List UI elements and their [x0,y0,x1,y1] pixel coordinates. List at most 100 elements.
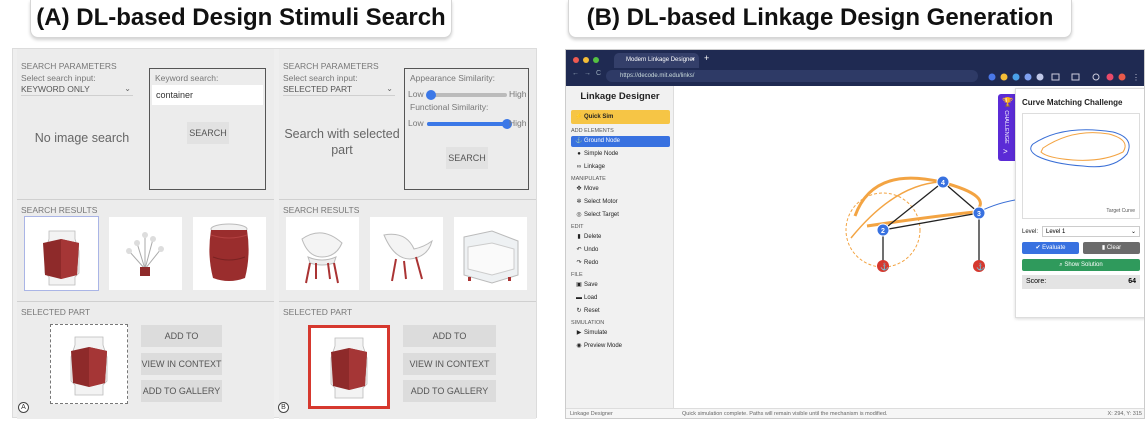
reset-icon: ↻ [576,308,582,314]
chevron-right-icon: > [1003,147,1008,156]
quick-sim-label: Quick Sim [584,114,614,120]
appearance-slider-knob[interactable] [426,90,436,100]
show-solution-button[interactable]: ⌕ Show Solution [1022,259,1140,271]
item-label: Redo [584,260,599,266]
sidebar-item-simulate[interactable]: ▶ Simulate [571,328,670,339]
item-label: Preview Mode [584,343,623,349]
sidebar-item-preview-mode[interactable]: ◉ Preview Mode [571,341,670,352]
redo-icon: ↷ [576,260,582,266]
select-input-label: Select search input: [21,73,96,83]
target-curve-label: Target Curve [1106,208,1135,214]
eye-icon: ◉ [576,343,582,349]
group-add-elements: ADD ELEMENTS [571,128,614,134]
target-curve-preview: Target Curve [1022,113,1140,219]
keyword-input[interactable]: container [152,85,263,105]
close-tab-icon[interactable]: × [691,53,695,68]
result-thumbnail-1[interactable] [286,217,359,290]
sidebar-item-undo[interactable]: ↶ Undo [571,245,670,256]
circle-icon: ● [577,151,581,157]
group-edit: EDIT [571,224,584,230]
sidebar-item-load[interactable]: ▬ Load [571,293,670,304]
view-in-context-button[interactable]: VIEW IN CONTEXT [141,353,222,375]
maximize-window-icon[interactable] [593,57,599,63]
view-in-context-button[interactable]: VIEW IN CONTEXT [403,353,496,375]
item-label: Undo [584,247,599,253]
result-thumbnail-2[interactable] [370,217,443,290]
minimize-window-icon[interactable] [583,57,589,63]
item-label: Load [584,295,598,301]
play-icon: ▶ [576,330,582,336]
sidebar-item-move[interactable]: ✥ Move [571,184,670,195]
move-icon: ✥ [576,186,582,192]
node-label-2: 2 [881,228,885,235]
sidebar-item-delete[interactable]: ▮ Delete [571,232,670,243]
panel-badge-a: A [18,402,29,413]
sidebar-item-redo[interactable]: ↷ Redo [571,258,670,269]
search-input-select[interactable]: KEYWORD ONLY ⌄ [21,84,133,96]
status-message: Quick simulation complete. Paths will re… [682,411,888,417]
target-icon: ◎ [576,212,582,218]
close-window-icon[interactable] [573,57,579,63]
sidebar-item-reset[interactable]: ↻ Reset [571,306,670,317]
sidebar-item-linkage[interactable]: ∞ Linkage [571,162,670,173]
panel-b-title: (B) DL-based Linkage Design Generation [568,0,1072,38]
status-bar: Linkage Designer Quick simulation comple… [566,408,1144,418]
extension-icons[interactable]: ⋮ [986,70,1141,82]
result-thumbnail-3[interactable] [454,217,527,290]
panel-b-browser: Modern Linkage Designer × + ←→C https://d… [565,49,1145,419]
evaluate-label: Evaluate [1042,245,1066,251]
sidebar-item-simple-node[interactable]: ● Simple Node [571,149,670,160]
no-image-search-text: No image search [34,131,130,145]
address-bar[interactable]: https://decode.mit.edu/links/ [606,70,978,82]
challenge-tab[interactable]: 🏆 CHALLENGE > [998,94,1015,161]
search-input-select[interactable]: SELECTED PART ⌄ [283,84,395,96]
trash-icon: ▮ [577,234,581,240]
selected-part-heading: SELECTED PART [283,307,353,317]
node-label-4: 4 [941,180,945,187]
search-parameters-heading: SEARCH PARAMETERS [283,61,379,71]
item-label: Reset [584,308,600,314]
browser-tab[interactable]: Modern Linkage Designer × [614,53,699,68]
sidebar-item-select-target[interactable]: ◎ Select Target [571,210,670,221]
add-to-workspace-button[interactable]: ADD TO WORKSPACE [141,325,222,363]
divider [17,301,274,302]
evaluate-button[interactable]: ✔ Evaluate [1022,242,1079,254]
add-to-gallery-button[interactable]: ADD TO GALLERY [403,380,496,402]
challenge-title: Curve Matching Challenge [1022,98,1123,107]
url-text: https://decode.mit.edu/links/ [620,73,695,79]
low-label: Low [408,89,424,99]
clear-label: Clear [1106,245,1122,251]
search-parameters-heading: SEARCH PARAMETERS [21,61,117,71]
new-tab-icon[interactable]: + [704,53,709,63]
linkage-canvas[interactable]: ⚓ ⚓ 2 3 4 [675,86,1015,408]
level-select[interactable]: Level 1 ⌄ [1042,226,1140,237]
level-value: Level 1 [1046,229,1066,235]
chevron-down-icon: ⌄ [1130,229,1136,235]
item-label: Select Motor [584,199,618,205]
undo-icon: ↶ [576,247,582,253]
result-thumbnail-1[interactable] [24,216,99,291]
nav-arrows-icon[interactable]: ←→C [572,70,606,77]
clear-button[interactable]: ▮ Clear [1083,242,1140,254]
result-thumbnail-3[interactable] [193,217,266,290]
select-value: SELECTED PART [283,84,353,94]
add-to-workspace-button[interactable]: ADD TO WORKSPACE [403,325,496,363]
panel-a-title: (A) DL-based Design Stimuli Search [30,0,452,38]
divider [17,199,274,200]
selected-part-image [308,325,390,409]
sidebar-item-ground-node[interactable]: ⚓Ground Node [571,136,670,147]
result-thumbnail-2[interactable] [109,217,182,290]
functional-similarity-label: Functional Similarity: [410,102,489,112]
high-label: High [509,118,527,128]
sidebar-item-select-motor[interactable]: ✲ Select Motor [571,197,670,208]
search-button[interactable]: SEARCH [187,122,229,144]
challenge-panel: Curve Matching Challenge Target Curve Le… [1015,88,1144,318]
save-icon: ▣ [576,282,582,288]
sidebar-item-save[interactable]: ▣ Save [571,280,670,291]
add-to-gallery-button[interactable]: ADD TO GALLERY [141,380,222,402]
quick-sim-button[interactable]: ⚡Quick Sim [571,110,670,124]
level-label: Level: [1022,229,1039,235]
sidebar-title: Linkage Designer [580,91,660,102]
appearance-slider[interactable] [427,93,507,97]
search-button[interactable]: SEARCH [446,147,488,169]
